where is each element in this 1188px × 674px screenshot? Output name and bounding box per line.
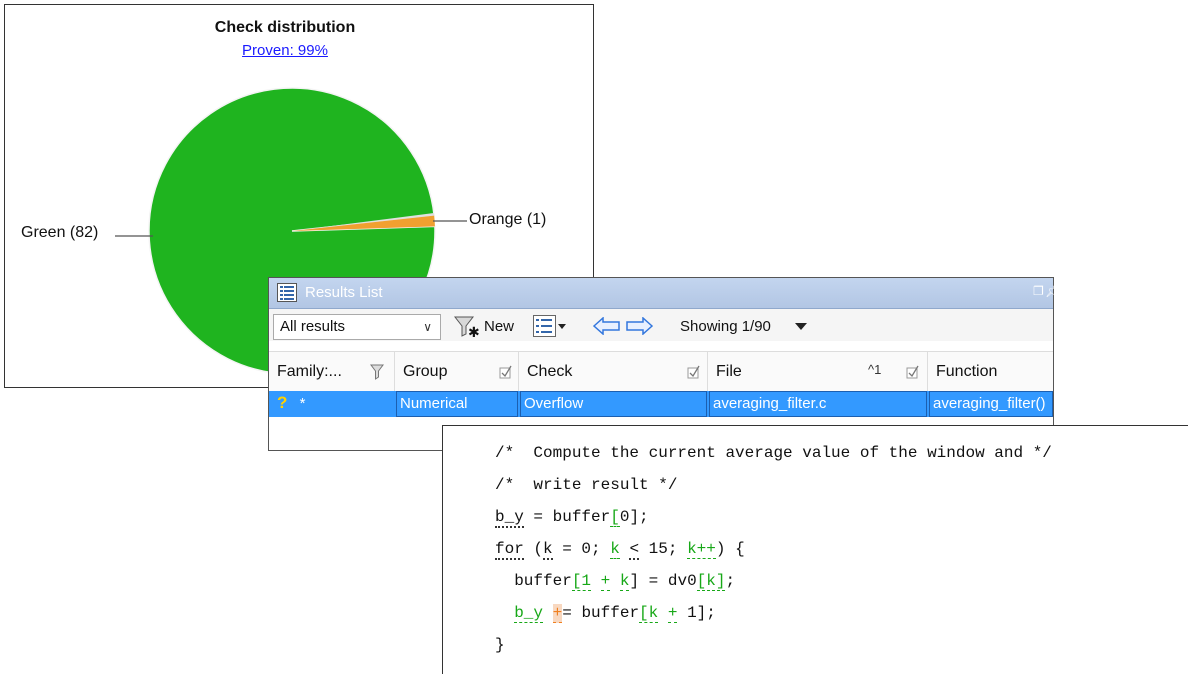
results-toolbar: All results ∨ ✱ New Showing 1/90 (269, 309, 1053, 341)
pin-icon[interactable]: 📌︎ (1045, 284, 1060, 298)
family-cell: ? * (275, 391, 394, 417)
code-text: ) { (715, 540, 745, 558)
code-text: = 0; (552, 540, 611, 558)
group-cell: Numerical (396, 391, 518, 417)
results-filter-value: All results (280, 318, 346, 335)
column-group-label: Group (403, 363, 448, 380)
chevron-down-icon: ∨ (423, 320, 432, 334)
family-star: * (299, 395, 306, 412)
source-code-panel: /* Compute the current average value of … (442, 425, 1188, 674)
overflow-plus-operator[interactable]: + (552, 604, 563, 623)
results-filter-dropdown[interactable]: All results ∨ (273, 314, 441, 340)
table-row[interactable]: ? * Numerical Overflow averaging_filter.… (269, 391, 1053, 417)
code-token-k[interactable]: k (619, 572, 630, 591)
code-line-6: b_y += buffer[k + 1]; (495, 604, 716, 623)
results-column-header: Family:... Group Check File ^1 Function (269, 351, 1053, 392)
orange-slice-label: Orange (1) (469, 211, 547, 228)
showing-count[interactable]: Showing 1/90 (680, 318, 771, 335)
code-token-index[interactable]: [ (610, 508, 620, 527)
svg-text:✱: ✱ (468, 324, 479, 339)
code-token-k[interactable]: k (610, 540, 620, 559)
code-text: 15; (639, 540, 688, 558)
check-cell: Overflow (520, 391, 707, 417)
code-line-7: } (495, 636, 505, 654)
code-token-for[interactable]: for (495, 540, 524, 560)
code-line-5: buffer[1 + k] = dv0[k]; (495, 572, 736, 591)
code-text: 1]; (677, 604, 716, 622)
code-line-1: /* Compute the current average value of … (495, 444, 1052, 462)
code-text: ( (523, 540, 544, 558)
column-family[interactable]: Family:... (269, 352, 394, 392)
file-cell: averaging_filter.c (709, 391, 927, 417)
code-token-b-y[interactable]: b_y (514, 604, 544, 623)
function-cell: averaging_filter() (929, 391, 1053, 417)
column-file-label: File (716, 363, 742, 380)
filter-check-icon[interactable] (906, 364, 920, 380)
code-text: buffer (495, 572, 572, 590)
column-function-label: Function (936, 363, 998, 380)
columns-menu-icon[interactable] (533, 315, 567, 337)
previous-arrow-icon[interactable] (593, 317, 621, 335)
results-list-title: Results List (305, 284, 383, 301)
list-icon (277, 283, 297, 302)
green-slice-label: Green (82) (21, 224, 99, 241)
column-function[interactable]: Function (927, 352, 1053, 392)
results-list-titlebar[interactable]: Results List ❐ 📌︎ (269, 278, 1060, 309)
filter-check-icon[interactable] (687, 364, 701, 380)
code-text: ; (725, 572, 736, 590)
code-token-k[interactable]: k (543, 540, 553, 560)
code-line-3: b_y = buffer[0]; (495, 508, 649, 528)
restore-icon[interactable]: ❐ (1033, 284, 1044, 298)
code-text: = buffer (523, 508, 611, 526)
code-token-index[interactable]: [k (639, 604, 659, 623)
column-check-label: Check (527, 363, 573, 380)
code-line-2: /* write result */ (495, 476, 678, 494)
code-token-less-than[interactable]: < (629, 540, 640, 560)
column-file[interactable]: File ^1 (707, 352, 927, 392)
code-token-index[interactable]: [k] (696, 572, 726, 591)
new-filter-label[interactable]: New (484, 318, 514, 335)
question-icon: ? (277, 393, 288, 412)
column-check[interactable]: Check (518, 352, 707, 392)
code-text: ] = dv0 (629, 572, 697, 590)
code-token-index[interactable]: [1 (571, 572, 592, 591)
code-token-plus[interactable]: + (600, 572, 611, 591)
column-family-label: Family:... (277, 363, 342, 380)
new-filter-icon[interactable]: ✱ (453, 315, 479, 339)
column-group[interactable]: Group (394, 352, 518, 392)
code-text: = buffer (562, 604, 640, 622)
next-arrow-icon[interactable] (625, 317, 653, 335)
code-line-4: for (k = 0; k < 15; k++) { (495, 540, 745, 560)
sort-indicator: ^1 (868, 362, 882, 377)
filter-icon[interactable] (370, 364, 384, 380)
chevron-down-icon[interactable] (795, 323, 807, 331)
code-text: 0]; (619, 508, 649, 526)
code-token-b-y[interactable]: b_y (495, 508, 524, 528)
code-token-k-increment[interactable]: k++ (687, 540, 716, 559)
filter-check-icon[interactable] (499, 364, 513, 380)
